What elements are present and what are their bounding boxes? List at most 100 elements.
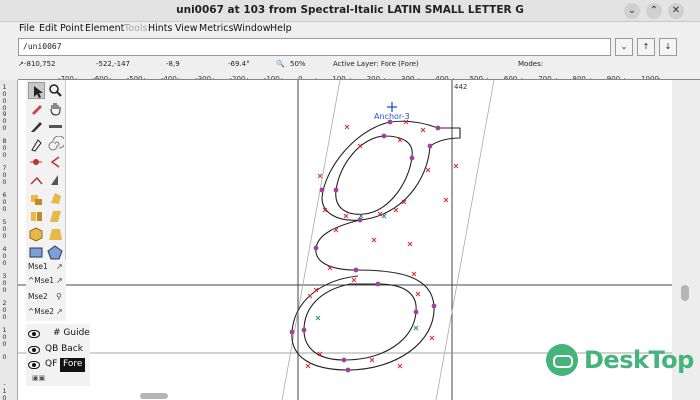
anchor-label: Anchor-3 (374, 112, 410, 121)
horizontal-scroll-thumb[interactable] (140, 393, 168, 399)
ruler-tick-label: -100 (2, 380, 7, 400)
next-glyph-button[interactable]: ↓ (659, 38, 677, 56)
layer-guide-label: # Guide (53, 328, 90, 338)
menu-window[interactable]: Window (233, 23, 270, 34)
active-layer-label: Active Layer: Fore (Fore) (333, 60, 419, 68)
perspective-icon[interactable] (47, 226, 64, 243)
layer-back-label: QB Back (45, 344, 83, 354)
eye-icon[interactable] (28, 361, 40, 369)
control-handles (305, 119, 459, 369)
ruler-tick-label: 1000 (2, 83, 7, 112)
magnify-icon[interactable] (47, 82, 64, 99)
menu-hints[interactable]: Hints (148, 23, 172, 34)
cursor-icon: ↗ (18, 60, 24, 68)
mouse2-tool-icon: ⚲ (56, 292, 62, 301)
knife-icon[interactable] (28, 118, 45, 135)
mouse1-tool-icon: ↗ (56, 262, 63, 271)
glyph-g-outline (291, 120, 461, 371)
vertical-scroll-thumb[interactable] (681, 285, 689, 301)
layer-add[interactable]: ▣▣ (26, 374, 90, 389)
hvcurve-icon[interactable] (47, 154, 64, 171)
ruler-tick-label: 600 (2, 191, 7, 213)
horizontal-scrollbar[interactable] (18, 392, 672, 400)
rotate-icon[interactable] (47, 190, 64, 207)
mouse-button-info: Mse1 ↗ ^Mse1 ↗ Mse2 ⚲ ^Mse2 ↗ (26, 261, 66, 321)
layer-fore-label: Fore (60, 358, 86, 372)
eye-icon[interactable] (28, 346, 40, 354)
fontforge-glyph-window: uni0067 at 103 from Spectral-Italic LATI… (0, 0, 700, 400)
title-bar: uni0067 at 103 from Spectral-Italic LATI… (0, 0, 700, 22)
layers-panel: # Guide QB Back QF Fore ▣▣ (26, 324, 90, 386)
info-bar: ↗ -810,752 -522,-147 -8,9 -69.4° 🔍 50% A… (18, 60, 700, 69)
layer-fore-prefix: QF (45, 359, 58, 369)
menu-point[interactable]: Point (60, 23, 84, 34)
horizontal-ruler: -700 -600 -500 -400 -300 -200 -100 0 100 200 300 40… (18, 69, 700, 80)
watermark-text: DeskTop (584, 346, 694, 374)
close-icon[interactable]: ✕ (668, 3, 684, 19)
layer-guide[interactable]: # Guide (26, 327, 90, 342)
menu-help[interactable]: Help (270, 23, 292, 34)
italic-guide-left (281, 80, 341, 400)
minimize-icon[interactable]: ⌄ (624, 3, 640, 19)
flip-icon[interactable] (28, 208, 45, 225)
zoom-icon: 🔍 (276, 60, 285, 68)
scale-icon[interactable] (28, 190, 45, 207)
mouse2-label: Mse2 (28, 292, 48, 301)
pen-icon[interactable] (28, 136, 45, 153)
vertical-ruler: 10009008007006005004003002001000-100 (0, 80, 18, 400)
ruler-tick-label: 800 (2, 137, 7, 159)
hint-markers (315, 213, 419, 331)
ctrl-mouse2-label: ^Mse2 (28, 307, 55, 316)
layer-options-icon[interactable]: ▣▣ (32, 374, 45, 382)
pencil-icon[interactable] (28, 100, 45, 117)
hand-icon[interactable] (47, 100, 64, 117)
menu-file[interactable]: File (19, 23, 35, 34)
ruler-tick-label: 200 (2, 299, 7, 321)
eye-icon[interactable] (28, 330, 40, 338)
ctrl-mouse1-tool-icon: ↗ (56, 276, 63, 285)
polygon-icon[interactable] (47, 244, 64, 261)
ruler-tick-label: 700 (2, 164, 7, 186)
menu-tools[interactable]: Tools (124, 23, 147, 34)
ruler-tick-label: 400 (2, 245, 7, 267)
ctrl-mouse1-label: ^Mse1 (28, 276, 55, 285)
angle-value: -69.4° (228, 60, 250, 68)
distance-value: -522,-147 (96, 60, 130, 68)
watermark-logo: DeskTop (546, 342, 696, 378)
glyph-name-input[interactable]: /uni0067 (18, 38, 611, 56)
pointer-icon[interactable] (28, 82, 45, 99)
maximize-icon[interactable]: ⌃ (646, 3, 662, 19)
corner-point-icon[interactable] (28, 172, 45, 189)
zoom-level: 50% (290, 60, 306, 68)
layer-fore[interactable]: QF Fore (26, 358, 90, 373)
menu-metrics[interactable]: Metrics (199, 23, 233, 34)
ruler-tick-label: 500 (2, 218, 7, 240)
ruler-tick-label: 900 (2, 110, 7, 132)
menu-view[interactable]: View (175, 23, 198, 34)
window-title: uni0067 at 103 from Spectral-Italic LATI… (176, 4, 524, 16)
ruler-tick-label: 100 (2, 326, 7, 348)
spiro-icon[interactable] (47, 136, 64, 153)
ctrl-mouse2-tool-icon: ↗ (56, 307, 63, 316)
outline-points (289, 119, 441, 373)
desktop-logo-icon (546, 344, 578, 376)
skew-icon[interactable] (47, 208, 64, 225)
3d-rotate-icon[interactable] (28, 226, 45, 243)
menu-edit[interactable]: Edit (39, 23, 57, 34)
anchor-point: Anchor-3 (374, 102, 410, 121)
curve-point-icon[interactable] (28, 154, 45, 171)
modes-label: Modes: (518, 60, 544, 68)
dropdown-button[interactable]: ⌄ (615, 38, 633, 56)
ruler-icon[interactable] (47, 118, 64, 135)
menu-element[interactable]: Element (85, 23, 124, 34)
advance-width-label: 442 (454, 83, 467, 91)
tangent-point-icon[interactable] (47, 172, 64, 189)
mouse1-label: Mse1 (28, 262, 48, 271)
rectangle-icon[interactable] (28, 244, 45, 261)
layer-back[interactable]: QB Back (26, 343, 90, 358)
ruler-tick-label: 0 (2, 353, 7, 361)
menu-bar: File Edit Point Element Tools Hints View… (0, 22, 700, 37)
previous-glyph-button[interactable]: ↑ (637, 38, 655, 56)
ruler-tick-label: 300 (2, 272, 7, 294)
tool-palette (26, 80, 66, 260)
